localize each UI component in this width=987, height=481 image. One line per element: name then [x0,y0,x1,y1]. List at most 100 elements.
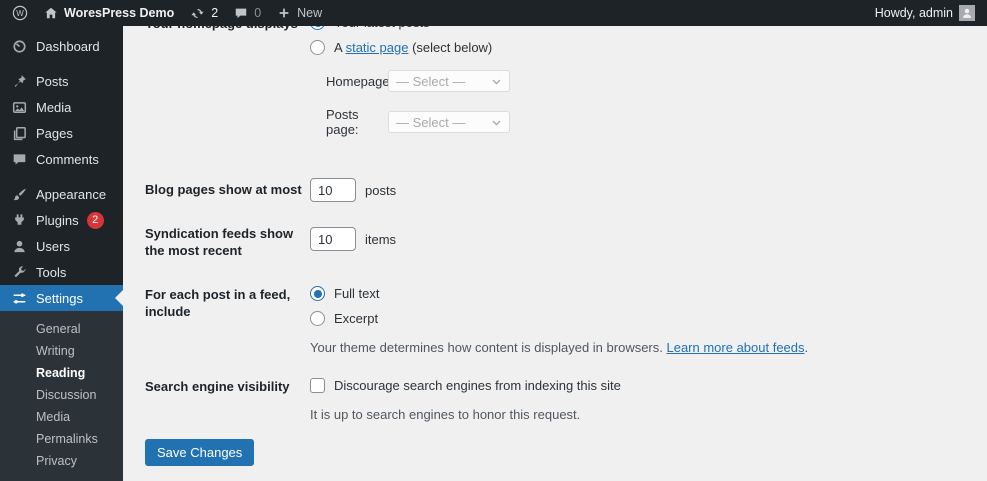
user-icon [10,239,28,254]
wrench-icon [10,265,28,280]
chevron-down-icon [491,117,502,128]
admin-bar: W WoresPress Demo 2 0 New Howdy, admin [0,0,987,26]
static-page-link[interactable]: static page [346,40,409,55]
homepage-select-label: Homepage: [326,73,394,89]
sidebar-item-posts[interactable]: Posts [0,68,123,94]
sidebar-item-label: Settings [36,290,83,306]
sidebar-item-label: Plugins [36,212,79,228]
homepage-displays-row: Your homepage displays Your latest posts… [145,12,967,152]
plugin-icon [10,213,28,228]
wordpress-logo-menu[interactable]: W [12,5,28,21]
sidebar-item-label: Dashboard [36,38,100,54]
sidebar-item-media[interactable]: Media [0,94,123,120]
static-page-suffix: (select below) [408,40,493,55]
avatar [959,5,975,21]
search-visibility-label: Search engine visibility [145,379,290,394]
feed-items-input[interactable] [310,227,356,251]
submenu-item-reading[interactable]: Reading [0,362,123,384]
sidebar-item-dashboard[interactable]: Dashboard [0,33,123,59]
sidebar-item-comments[interactable]: Comments [0,146,123,172]
feed-note: Your theme determines how content is dis… [310,340,967,355]
updates-link[interactable]: 2 [190,6,218,21]
site-link[interactable]: WoresPress Demo [44,6,174,20]
save-changes-button[interactable]: Save Changes [145,439,255,466]
submenu-item-media[interactable]: Media [0,406,123,428]
pages-icon [10,126,28,141]
homepage-select[interactable]: — Select — [388,70,510,92]
settings-icon [10,291,28,306]
chevron-down-icon [491,76,502,87]
updates-count: 2 [211,6,219,20]
posts-page-select-value: — Select — [396,114,466,130]
settings-submenu: General Writing Reading Discussion Media… [0,311,123,481]
feed-note-period: . [804,340,809,355]
new-content-menu[interactable]: New [277,6,322,20]
syndication-label: Syndication feeds show the most recent [145,226,294,258]
site-name: WoresPress Demo [64,6,175,20]
home-icon [44,6,58,20]
blog-pages-row: Blog pages show at most posts [145,178,967,202]
howdy-text: Howdy, admin [874,6,953,20]
sidebar-item-label: Media [36,99,72,115]
comments-icon [10,152,28,167]
posts-per-page-input[interactable] [310,178,356,202]
comments-count: 0 [254,6,262,20]
posts-page-select[interactable]: — Select — [388,111,510,133]
sidebar-item-users[interactable]: Users [0,233,123,259]
account-menu[interactable]: Howdy, admin [875,5,975,21]
static-page-radio[interactable] [310,40,325,55]
sidebar-item-tools[interactable]: Tools [0,259,123,285]
submenu-item-discussion[interactable]: Discussion [0,384,123,406]
sidebar-item-settings[interactable]: Settings [0,285,123,311]
homepage-displays-label: Your homepage displays [145,12,310,152]
discourage-indexing-checkbox[interactable] [310,378,325,393]
learn-more-feeds-link[interactable]: Learn more about feeds [666,340,804,355]
search-visibility-row: Search engine visibility Discourage sear… [145,375,967,422]
full-text-radio[interactable] [310,286,325,301]
homepage-select-row: Homepage: — Select — [310,70,967,92]
blog-pages-label: Blog pages show at most [145,182,302,197]
sidebar-item-label: Users [36,238,70,254]
sidebar-item-pages[interactable]: Pages [0,120,123,146]
comments-link[interactable]: 0 [234,6,261,20]
submenu-item-privacy[interactable]: Privacy [0,450,123,472]
feed-note-text: Your theme determines how content is dis… [310,340,667,355]
new-label: New [297,6,323,20]
paintbrush-icon [10,187,28,202]
sidebar-item-label: Comments [36,151,99,167]
excerpt-radio[interactable] [310,311,325,326]
sidebar-item-label: Appearance [36,186,107,202]
discourage-indexing-option: Discourage search engines from indexing … [310,375,967,396]
discourage-indexing-label: Discourage search engines from indexing … [334,378,621,393]
media-icon [10,100,28,115]
static-page-label: A static page (select below) [334,40,492,55]
sidebar-item-appearance[interactable]: Appearance [0,181,123,207]
static-page-selects: Homepage: — Select — Posts page: — Selec… [310,70,967,137]
sidebar-item-plugins[interactable]: Plugins 2 [0,207,123,233]
plugins-update-badge: 2 [86,211,104,229]
submenu-item-permalinks[interactable]: Permalinks [0,428,123,450]
posts-suffix: posts [365,182,397,198]
wordpress-logo-icon: W [12,5,28,21]
submenu-item-general[interactable]: General [0,318,123,340]
excerpt-label: Excerpt [334,311,379,326]
syndication-row: Syndication feeds show the most recent i… [145,222,967,259]
feed-content-row: For each post in a feed, include Full te… [145,283,967,355]
posts-page-select-label: Posts page: [326,107,359,137]
sidebar-item-label: Pages [36,125,73,141]
posts-page-select-row: Posts page: — Select — [310,107,967,137]
homepage-select-value: — Select — [396,73,466,89]
search-visibility-note: It is up to search engines to honor this… [310,407,581,422]
sidebar-item-label: Tools [36,264,67,280]
static-page-prefix: A [334,40,346,55]
comment-icon [234,6,248,20]
plus-icon [277,6,291,20]
updates-icon [190,6,205,21]
excerpt-option: Excerpt [310,308,967,329]
static-page-option: A static page (select below) [310,37,967,58]
items-suffix: items [365,231,397,247]
submenu-item-writing[interactable]: Writing [0,340,123,362]
admin-menu: Dashboard Posts Media Pages Comments App… [0,26,123,481]
sidebar-item-label: Posts [36,73,69,89]
pushpin-icon [10,74,28,89]
